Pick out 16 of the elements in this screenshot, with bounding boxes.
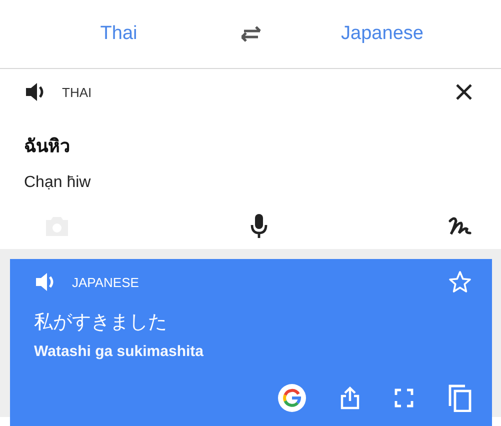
source-language-button[interactable]: Thai [90, 19, 148, 49]
copy-icon[interactable] [448, 384, 472, 412]
source-romanization: Chạn h̄iw [24, 174, 92, 192]
microphone-icon[interactable] [250, 213, 268, 239]
target-language-button[interactable]: Japanese [331, 19, 434, 49]
translated-romanization: Watashi ga sukimashita [34, 343, 204, 360]
share-icon[interactable] [340, 386, 360, 410]
star-icon[interactable] [448, 270, 472, 294]
target-language-label: JAPANESE [72, 274, 139, 290]
source-language-label: THAI [62, 84, 92, 100]
translated-text: 私がすきました [34, 311, 168, 335]
fullscreen-icon[interactable] [394, 388, 414, 408]
close-icon[interactable] [455, 83, 473, 101]
handwriting-icon[interactable] [447, 215, 473, 237]
source-text: ฉันหิว [24, 135, 71, 158]
multicolor-g-icon[interactable] [278, 384, 306, 412]
